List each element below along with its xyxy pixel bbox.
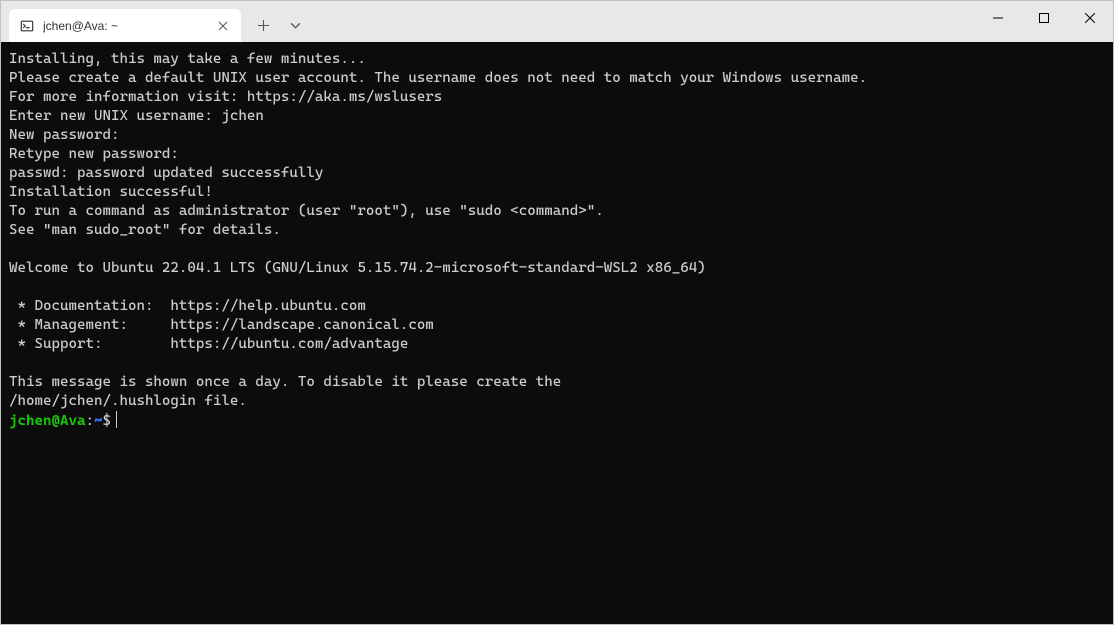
maximize-button[interactable]: [1021, 1, 1067, 34]
terminal-line: To run a command as administrator (user …: [9, 202, 1105, 221]
terminal-line: passwd: password updated successfully: [9, 164, 1105, 183]
terminal-line: New password:: [9, 126, 1105, 145]
terminal-line: /home/jchen/.hushlogin file.: [9, 392, 1105, 411]
close-window-button[interactable]: [1067, 1, 1113, 34]
tab-active[interactable]: jchen@Ava: ~: [9, 9, 241, 42]
terminal-prompt-line: jchen@Ava:~$: [9, 411, 1105, 431]
tab-strip: jchen@Ava: ~: [1, 1, 311, 42]
terminal-body[interactable]: Installing, this may take a few minutes.…: [1, 42, 1113, 624]
terminal-line: [9, 240, 1105, 259]
titlebar: jchen@Ava: ~: [1, 1, 1113, 42]
terminal-line: Installation successful!: [9, 183, 1105, 202]
window-controls: [975, 1, 1113, 34]
terminal-line: Enter new UNIX username: jchen: [9, 107, 1105, 126]
terminal-line: This message is shown once a day. To dis…: [9, 373, 1105, 392]
terminal-line: Retype new password:: [9, 145, 1105, 164]
tab-title: jchen@Ava: ~: [43, 19, 207, 33]
cursor: [116, 411, 117, 428]
terminal-line: Installing, this may take a few minutes.…: [9, 50, 1105, 69]
terminal-line: For more information visit: https://aka.…: [9, 88, 1105, 107]
terminal-line: Please create a default UNIX user accoun…: [9, 69, 1105, 88]
tab-close-button[interactable]: [215, 18, 231, 34]
prompt-separator: :: [85, 413, 94, 429]
terminal-icon: [19, 18, 35, 34]
minimize-button[interactable]: [975, 1, 1021, 34]
prompt-user-host: jchen@Ava: [9, 413, 85, 429]
terminal-line: [9, 354, 1105, 373]
tab-dropdown-button[interactable]: [279, 10, 311, 42]
terminal-line: * Support: https://ubuntu.com/advantage: [9, 335, 1105, 354]
terminal-line: * Documentation: https://help.ubuntu.com: [9, 297, 1105, 316]
tab-actions: [241, 9, 311, 42]
terminal-line: Welcome to Ubuntu 22.04.1 LTS (GNU/Linux…: [9, 259, 1105, 278]
terminal-line: * Management: https://landscape.canonica…: [9, 316, 1105, 335]
terminal-window: jchen@Ava: ~: [0, 0, 1114, 625]
prompt-symbol: $: [102, 413, 111, 429]
terminal-line: [9, 278, 1105, 297]
terminal-line: See "man sudo_root" for details.: [9, 221, 1105, 240]
new-tab-button[interactable]: [247, 10, 279, 42]
